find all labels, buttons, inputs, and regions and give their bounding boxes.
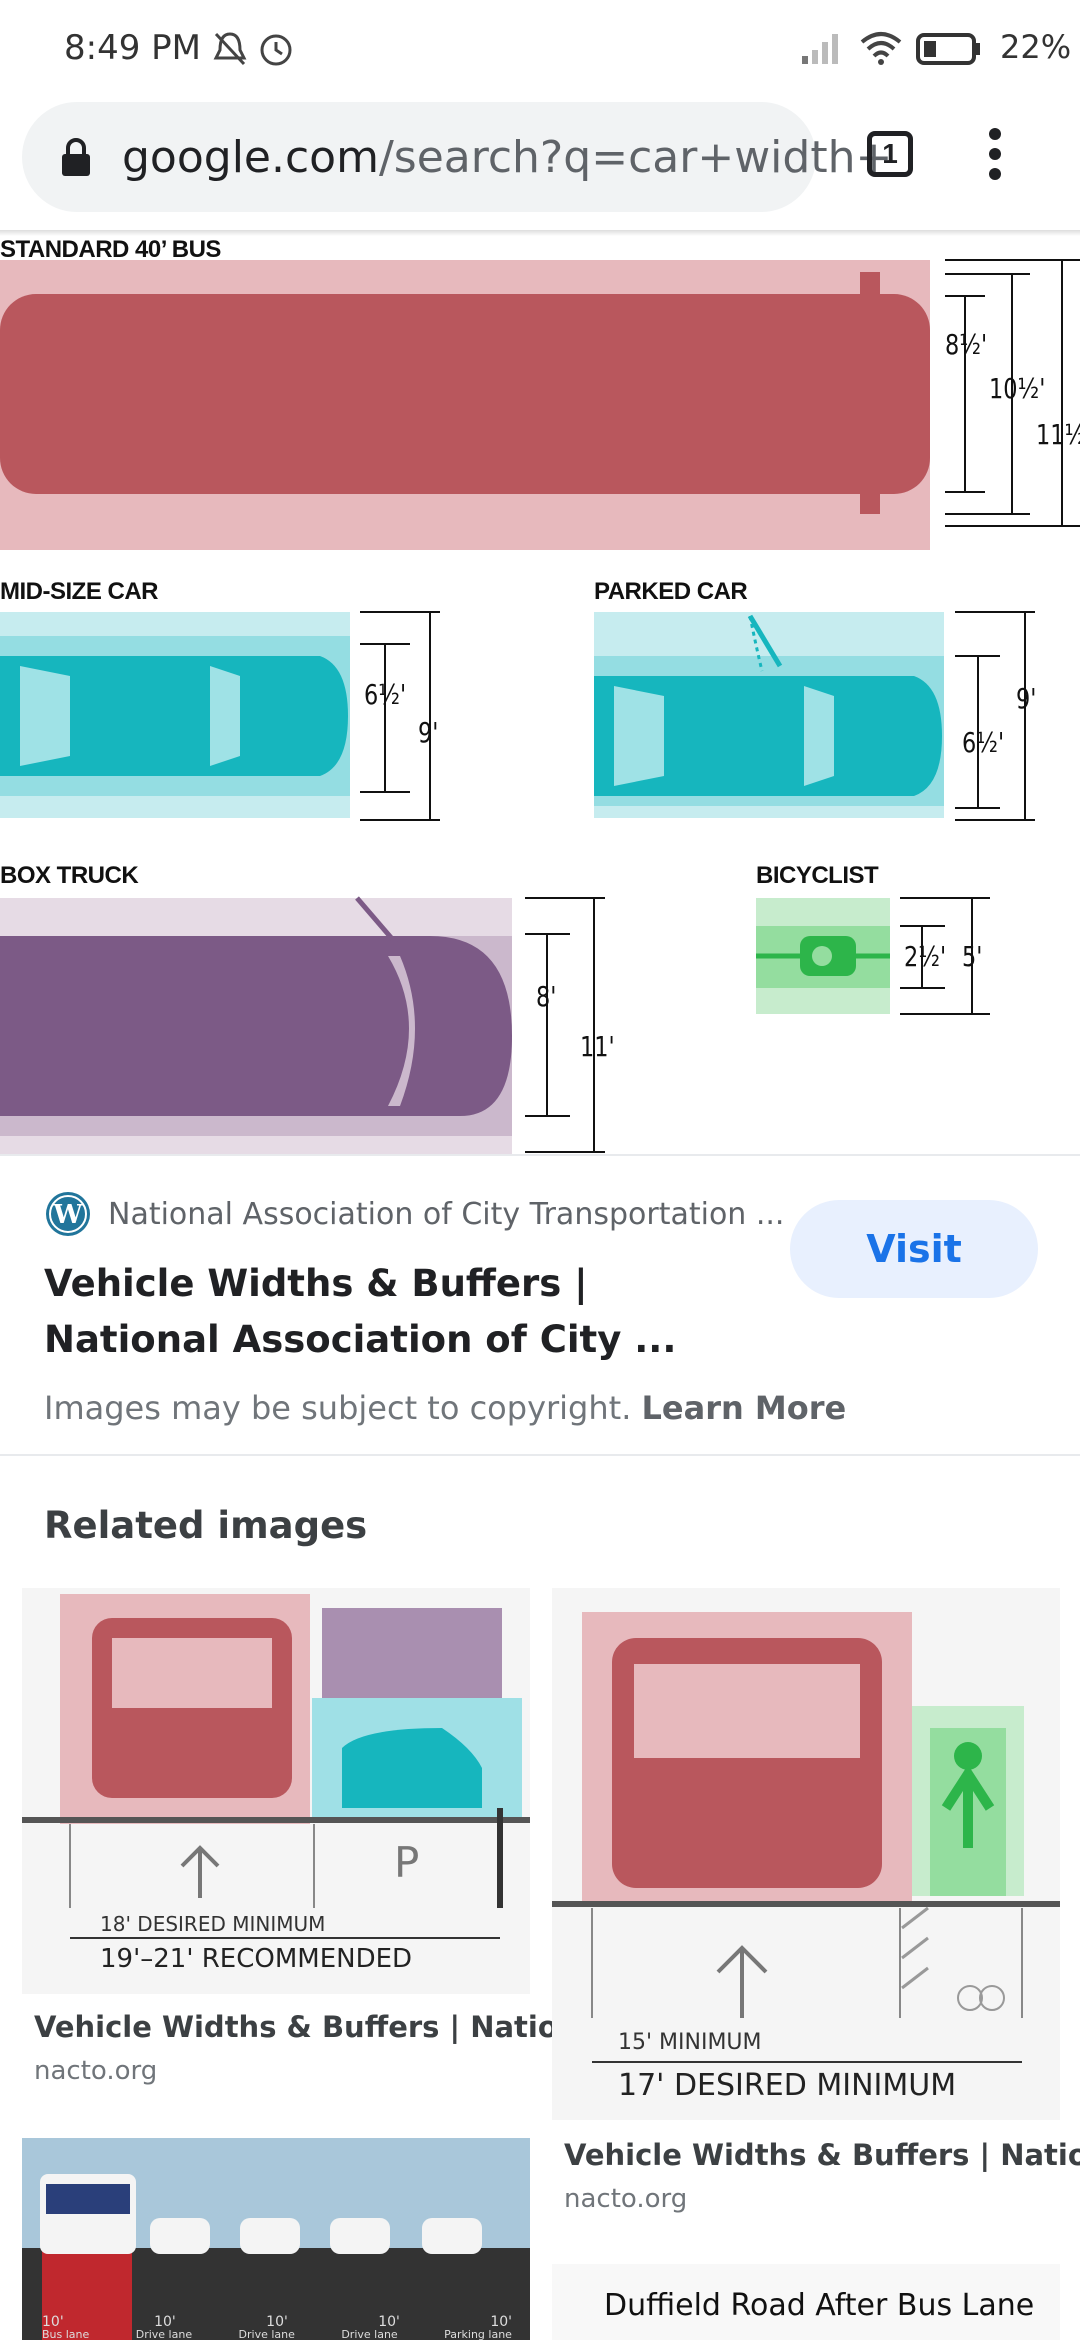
bus-dim-1: 8½' (945, 328, 988, 361)
svg-text:W: W (52, 1200, 83, 1230)
related-image-4[interactable]: Duffield Road After Bus Lane (552, 2264, 1060, 2340)
lane-type-3: Drive lane (238, 2328, 295, 2340)
related-site-1: nacto.org (34, 2056, 158, 2086)
related-image-3-graphic (22, 2174, 530, 2340)
lane-type-4: Drive lane (341, 2328, 398, 2340)
bus-label: STANDARD 40’ BUS (0, 236, 221, 263)
learn-more-link[interactable]: Learn More (642, 1389, 847, 1427)
lock-icon (62, 138, 90, 176)
bike-dim-1: 2½' (904, 940, 947, 973)
status-time: 8:49 PM (64, 28, 201, 68)
bus-dim-3: 11½' (1036, 418, 1080, 451)
truck-label: BOX TRUCK (0, 862, 139, 889)
related-heading: Related images (44, 1504, 368, 1547)
related-img-4-title: Duffield Road After Bus Lane (604, 2288, 1035, 2323)
parking-p-glyph: P (394, 1838, 420, 1887)
lane-type-5: Parking lane (444, 2328, 512, 2340)
url-text[interactable]: google.com/search?q=car+width+ (122, 132, 892, 183)
visit-button[interactable]: Visit (790, 1200, 1038, 1298)
truck-dim-2: 11' (580, 1030, 615, 1063)
wordpress-icon: W (46, 1192, 90, 1236)
bus-dim-2: 10½' (989, 372, 1046, 405)
related-title-2[interactable]: Vehicle Widths & Buffers | Natio... (564, 2138, 1080, 2172)
related-img-1-text-1: 18' DESIRED MINIMUM (100, 1912, 326, 1936)
lane-type-1: Bus lane (42, 2328, 90, 2340)
parked-dim-2: 6½' (962, 726, 1005, 759)
copyright-text: Images may be subject to copyright. (44, 1389, 632, 1427)
url-domain: google.com (122, 132, 379, 183)
lane-type-2: Drive lane (135, 2328, 193, 2340)
midsize-dim-1: 6½' (364, 678, 407, 711)
mute-bell-icon (213, 32, 247, 66)
copyright-notice: Images may be subject to copyright. Lear… (44, 1389, 846, 1427)
related-img-2-text-2: 17' DESIRED MINIMUM (618, 2068, 957, 2103)
alarm-icon (260, 34, 292, 66)
battery-percent: 22% (1000, 28, 1072, 66)
parked-dim-1: 9' (1016, 682, 1037, 715)
source-title[interactable]: Vehicle Widths & Buffers | National Asso… (44, 1256, 744, 1368)
midsize-label: MID-SIZE CAR (0, 578, 159, 605)
bike-dim-2: 5' (962, 940, 983, 973)
related-image-3[interactable]: 10' 10' 10' 10' 10' Bus lane Drive lane … (22, 2138, 530, 2340)
truck-dim-1: 8' (536, 980, 557, 1013)
related-img-2-text-1: 15' MINIMUM (618, 2030, 762, 2055)
url-path: /search?q=car+width+ (378, 132, 893, 183)
divider (0, 1154, 1080, 1156)
lane-type-labels: Bus lane Drive lane Drive lane Drive lan… (42, 2328, 512, 2340)
related-img-1-text-2: 19'–21' RECOMMENDED (100, 1944, 413, 1974)
tab-switcher-button[interactable]: 1 (867, 131, 913, 177)
related-image-2[interactable]: 15' MINIMUM 17' DESIRED MINIMUM (552, 1588, 1060, 2120)
wifi-icon (860, 32, 902, 65)
midsize-dim-2: 9' (418, 716, 439, 749)
parked-label: PARKED CAR (594, 578, 748, 605)
signal-icon (802, 34, 838, 64)
status-bar: 8:49 PM 22% (0, 0, 1080, 100)
source-site[interactable]: National Association of City Transportat… (108, 1197, 784, 1232)
related-site-2: nacto.org (564, 2184, 688, 2214)
related-title-1[interactable]: Vehicle Widths & Buffers | Natio... (34, 2010, 591, 2044)
vehicle-widths-diagram[interactable]: STANDARD 40’ BUS 8½' 10½' 11½' MID-SIZE … (0, 236, 1080, 1154)
menu-icon[interactable] (980, 128, 1010, 188)
battery-icon (916, 33, 980, 65)
diagram-graphics (0, 259, 1080, 1154)
divider (0, 1454, 1080, 1456)
related-image-1[interactable]: P 18' DESIRED MINIMUM 19'–21' RECOMMENDE… (22, 1588, 530, 1994)
bike-label: BICYCLIST (756, 862, 879, 889)
